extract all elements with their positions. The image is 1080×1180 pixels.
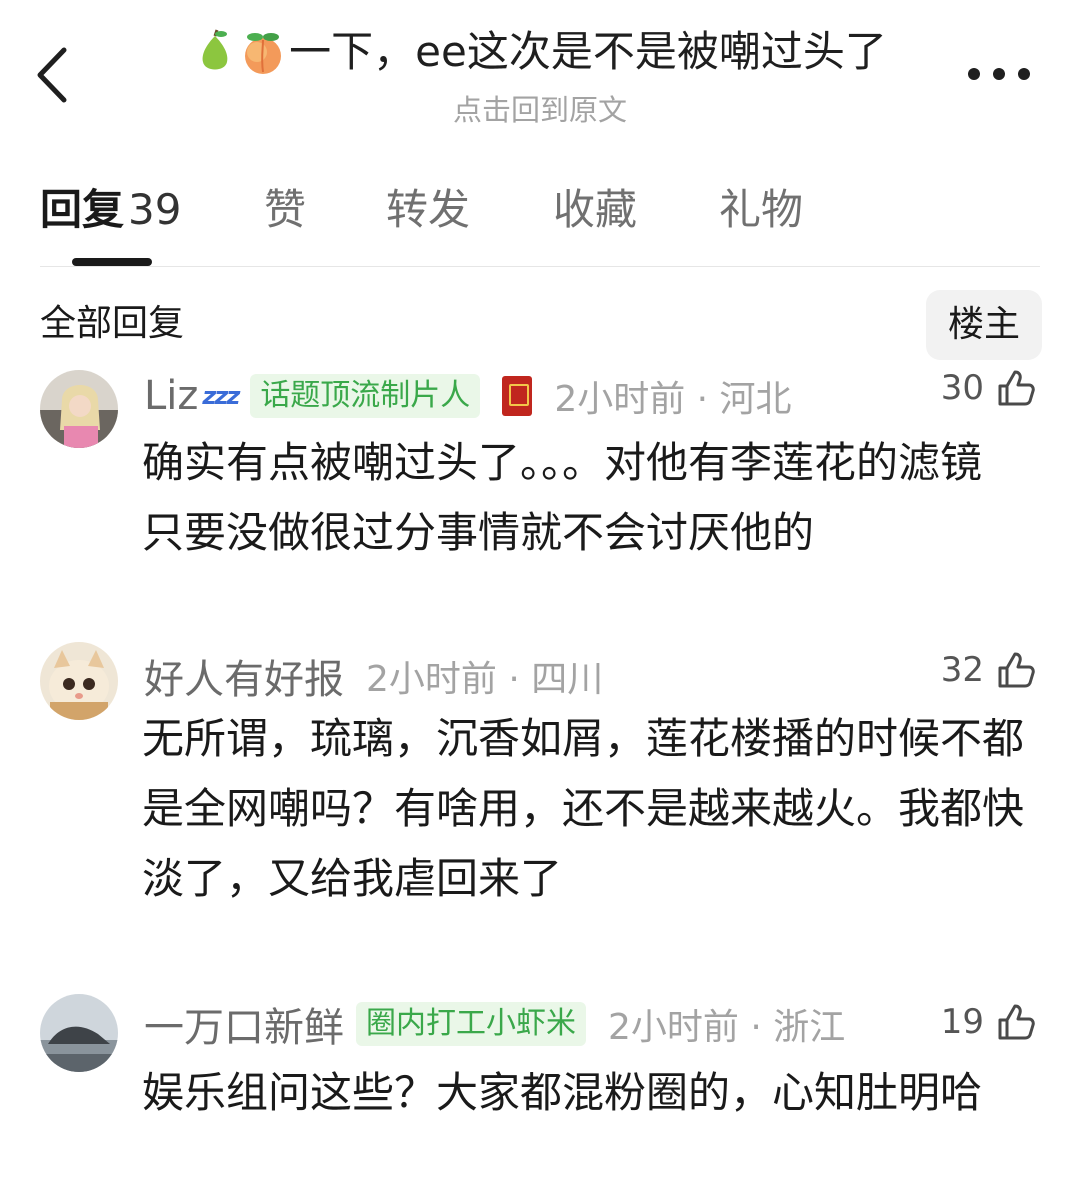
tab-replies-count: 39 — [128, 185, 182, 234]
user-badge[interactable]: 圈内打工小虾米 — [356, 1002, 586, 1046]
user-badge[interactable]: 话题顶流制片人 — [250, 374, 481, 418]
sleep-icon: zzz — [202, 382, 240, 410]
time-location: 2小时前 · 河北 — [554, 379, 792, 420]
post-title-area[interactable]: 一下，ee这次是不是被嘲过头了 点击回到原文 — [120, 22, 960, 128]
back-button[interactable] — [30, 40, 80, 110]
like-count: 19 — [940, 1002, 984, 1042]
comment-text[interactable]: 无所谓，琉璃，沉香如屑，莲花楼播的时候不都是全网嘲吗？有啥用，还不是越来越火。我… — [142, 704, 1032, 914]
peach-icon — [245, 33, 282, 74]
username[interactable]: 一万口新鲜 — [144, 995, 344, 1053]
tab-replies[interactable]: 回复39 — [40, 180, 181, 240]
comment-meta: 好人有好报 2小时前 · 四川 — [144, 648, 603, 704]
like-button[interactable]: 30 — [941, 360, 1036, 416]
like-button[interactable]: 19 — [941, 994, 1036, 1050]
username[interactable]: Liz — [144, 373, 198, 419]
chevron-left-icon — [37, 47, 67, 103]
filter-row: 全部回复 楼主 — [40, 290, 1042, 360]
tab-bar: 回复39 赞 转发 收藏 礼物 — [0, 180, 1080, 266]
comment-text[interactable]: 娱乐组问这些？大家都混粉圈的，心知肚明哈 — [142, 1058, 1032, 1128]
tab-likes[interactable]: 赞 — [264, 180, 306, 240]
comment-text[interactable]: 确实有点被嘲过头了。。。对他有李莲花的滤镜 只要没做很过分事情就不会讨厌他的 — [142, 428, 1032, 568]
back-to-original-link[interactable]: 点击回到原文 — [120, 92, 960, 128]
tab-favorites[interactable]: 收藏 — [553, 180, 637, 240]
more-dots-icon — [968, 68, 980, 80]
time-location: 2小时前 · 浙江 — [608, 1007, 846, 1048]
avatar-image — [40, 994, 118, 1072]
pear-icon — [202, 29, 228, 70]
avatar-image — [40, 370, 118, 448]
all-replies-label[interactable]: 全部回复 — [40, 300, 184, 348]
avatar[interactable] — [40, 370, 118, 448]
more-options-button[interactable] — [968, 62, 1030, 86]
username[interactable]: 好人有好报 — [144, 647, 344, 705]
time-location: 2小时前 · 四川 — [366, 659, 604, 700]
op-only-button[interactable]: 楼主 — [926, 290, 1042, 360]
post-title-text: 一下，ee这次是不是被嘲过头了 — [289, 27, 887, 76]
medal-icon[interactable] — [502, 376, 533, 416]
comment-meta: Liz zzz 话题顶流制片人 2小时前 · 河北 — [144, 368, 792, 424]
thumbs-up-icon — [998, 652, 1035, 688]
avatar-image — [40, 642, 118, 720]
comment-meta: 一万口新鲜 圈内打工小虾米 2小时前 · 浙江 — [144, 996, 845, 1052]
like-button[interactable]: 32 — [941, 642, 1036, 698]
like-count: 32 — [940, 650, 984, 690]
tab-reposts[interactable]: 转发 — [386, 180, 470, 240]
tab-gifts[interactable]: 礼物 — [719, 180, 803, 240]
top-bar: 一下，ee这次是不是被嘲过头了 点击回到原文 — [0, 0, 1080, 140]
avatar[interactable] — [40, 642, 118, 720]
thumbs-up-icon — [998, 1004, 1035, 1040]
active-tab-indicator — [72, 258, 152, 266]
thumbs-up-icon — [998, 370, 1035, 406]
tab-divider — [40, 266, 1040, 267]
post-title[interactable]: 一下，ee这次是不是被嘲过头了 — [193, 22, 887, 82]
like-count: 30 — [940, 368, 984, 408]
tab-replies-label: 回复 — [40, 185, 125, 234]
avatar[interactable] — [40, 994, 118, 1072]
